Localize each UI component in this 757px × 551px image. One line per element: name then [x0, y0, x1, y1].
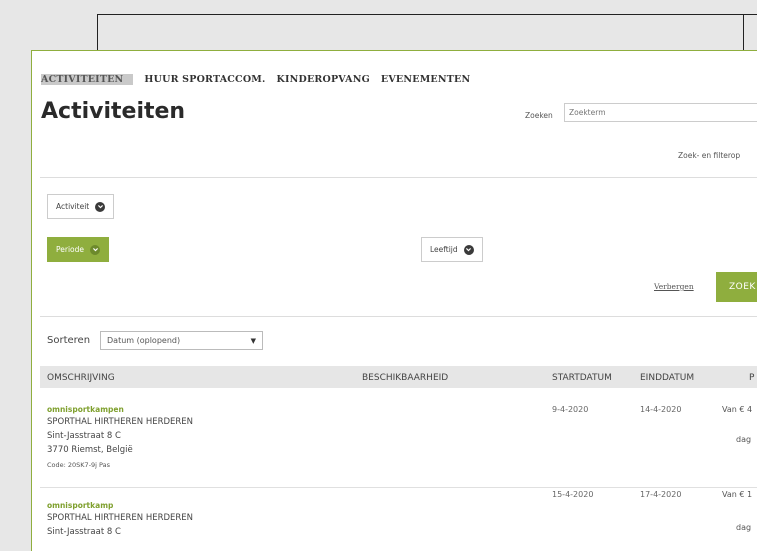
page-title: Activiteiten	[41, 99, 186, 124]
price-unit: dag	[736, 523, 752, 532]
nav-item-evenementen[interactable]: EVENEMENTEN	[381, 74, 470, 85]
hide-filters-link[interactable]: Verbergen	[654, 282, 694, 291]
activity-filter-button[interactable]: Activiteit	[47, 194, 115, 219]
start-date: 9-4-2020	[552, 405, 589, 414]
search-input[interactable]	[564, 103, 757, 122]
start-date: 15-4-2020	[552, 490, 594, 499]
divider	[40, 177, 757, 178]
end-date: 14-4-2020	[640, 405, 682, 414]
age-filter-button[interactable]: Leeftijd	[421, 237, 483, 262]
search-button[interactable]: ZOEK	[716, 272, 757, 302]
select-caret-icon: ▼	[250, 336, 256, 345]
sort-select[interactable]: Datum (oplopend) ▼	[100, 331, 263, 350]
connector-line-vertical-right	[743, 14, 744, 50]
nav-item-huur-sportaccom[interactable]: HUUR SPORTACCOM.	[144, 74, 265, 85]
main-nav: ACTIVITEITEN HUUR SPORTACCOM. KINDEROPVA…	[41, 74, 470, 85]
chevron-down-circle-icon	[95, 201, 106, 212]
table-row[interactable]: omnisportkampen SPORTHAL HIRTHEREN HERDE…	[40, 405, 757, 485]
price: Van € 4	[722, 405, 753, 414]
chevron-down-circle-icon	[90, 244, 101, 255]
nav-item-activiteiten[interactable]: ACTIVITEITEN	[41, 74, 134, 85]
filter-options-link[interactable]: Zoek- en filterop	[678, 151, 740, 160]
connector-line-horizontal	[97, 14, 757, 15]
col-header-availability[interactable]: BESCHIKBAARHEID	[362, 373, 448, 383]
activity-name-link[interactable]: omnisportkamp	[47, 501, 113, 510]
divider	[40, 316, 757, 317]
table-row[interactable]: omnisportkamp SPORTHAL HIRTHEREN HERDERE…	[40, 490, 757, 551]
period-filter-button[interactable]: Periode	[47, 237, 110, 262]
price: Van € 1	[722, 490, 753, 499]
page-frame: ACTIVITEITEN HUUR SPORTACCOM. KINDEROPVA…	[31, 50, 757, 551]
activity-name-link[interactable]: omnisportkampen	[47, 405, 124, 414]
col-header-price[interactable]: P	[749, 373, 754, 383]
row-divider	[40, 487, 757, 488]
price-unit: dag	[736, 435, 752, 444]
location-name: SPORTHAL HIRTHEREN HERDEREN	[47, 417, 194, 427]
location-street: Sint-Jasstraat 8 C	[47, 431, 121, 441]
col-header-end-date[interactable]: EINDDATUM	[640, 373, 694, 383]
nav-item-kinderopvang[interactable]: KINDEROPVANG	[277, 74, 370, 85]
chevron-down-circle-icon	[463, 244, 474, 255]
location-name: SPORTHAL HIRTHEREN HERDEREN	[47, 513, 194, 523]
end-date: 17-4-2020	[640, 490, 682, 499]
table-header: OMSCHRIJVING BESCHIKBAARHEID STARTDATUM …	[40, 366, 757, 388]
sort-label: Sorteren	[47, 335, 91, 346]
location-city: 3770 Riemst, België	[47, 445, 133, 455]
period-filter-label: Periode	[56, 245, 85, 254]
activity-filter-label: Activiteit	[56, 202, 90, 211]
age-filter-label: Leeftijd	[430, 245, 458, 254]
col-header-description[interactable]: OMSCHRIJVING	[47, 373, 115, 383]
sort-selected-value: Datum (oplopend)	[107, 336, 181, 345]
activity-code: Code: 20SK7-9j Pas	[47, 461, 111, 469]
search-label: Zoeken	[525, 111, 553, 120]
col-header-start-date[interactable]: STARTDATUM	[552, 373, 612, 383]
